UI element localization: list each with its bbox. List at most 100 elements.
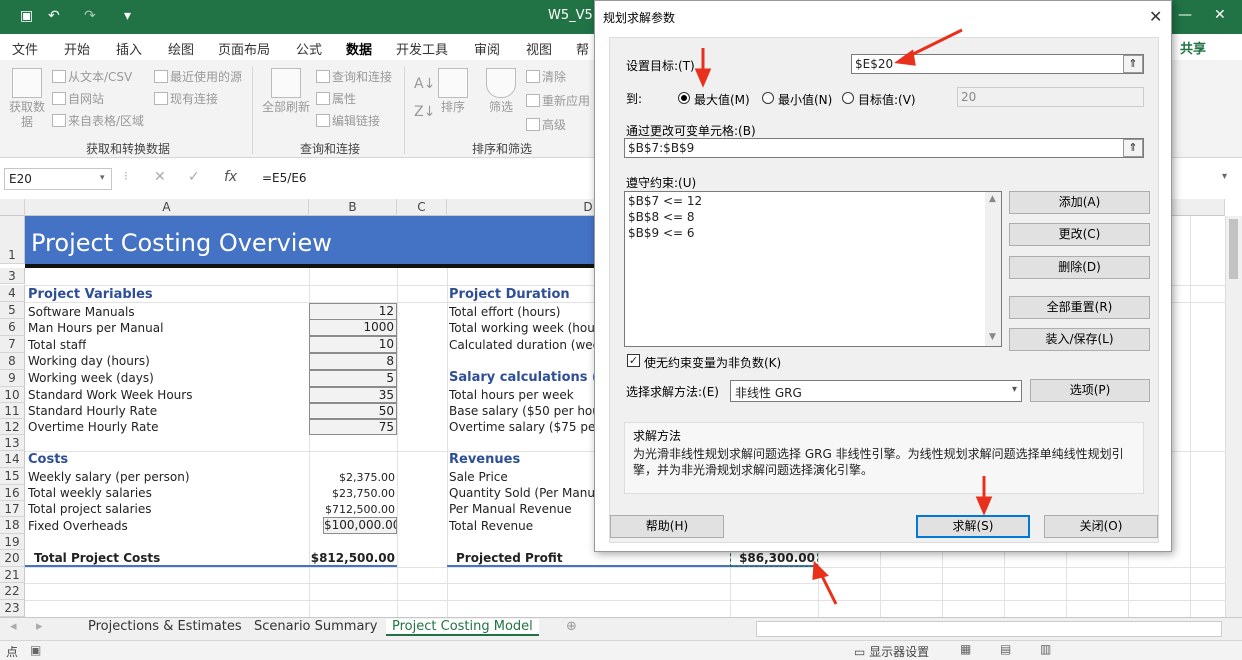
total-costs-label[interactable]: Total Project Costs bbox=[34, 551, 160, 565]
save-icon[interactable]: ▣ bbox=[20, 8, 33, 24]
dialog-close-icon[interactable]: ✕ bbox=[1149, 7, 1162, 26]
total-costs-value[interactable]: $812,500.00 bbox=[309, 551, 395, 565]
tab-insert[interactable]: 插入 bbox=[116, 39, 142, 58]
sort-za-icon[interactable]: Z↓ bbox=[414, 104, 435, 120]
collapse-dialog-icon[interactable]: ⇑ bbox=[1123, 55, 1143, 73]
cell-label[interactable]: Weekly salary (per person) bbox=[28, 470, 190, 484]
row-header[interactable]: 22 bbox=[0, 583, 25, 600]
cell-label[interactable]: Standard Work Week Hours bbox=[28, 388, 192, 402]
tab-page-layout[interactable]: 页面布局 bbox=[218, 39, 270, 58]
from-text-button[interactable]: 从文本/CSV bbox=[52, 68, 132, 85]
get-data-button[interactable]: 获取数 据 bbox=[6, 68, 48, 130]
column-header-a[interactable]: A bbox=[25, 199, 309, 216]
edit-links-button[interactable]: 编辑链接 bbox=[316, 112, 380, 129]
reset-all-button[interactable]: 全部重置(R) bbox=[1009, 296, 1150, 319]
row-header[interactable]: 10 bbox=[0, 387, 25, 403]
changing-cells-input[interactable]: $B$7:$B$9 bbox=[624, 138, 1144, 158]
add-sheet-icon[interactable]: ⊕ bbox=[566, 619, 577, 634]
row-header[interactable]: 4 bbox=[0, 285, 25, 302]
row-header[interactable]: 9 bbox=[0, 370, 25, 387]
from-table-button[interactable]: 来自表格/区域 bbox=[52, 112, 144, 129]
filter-button[interactable]: 筛选 bbox=[484, 68, 518, 115]
refresh-all-button[interactable]: 全部刷新 bbox=[260, 68, 312, 115]
cell-label[interactable]: Total working week (hours) bbox=[449, 321, 594, 335]
cell-label[interactable]: Total staff bbox=[28, 338, 86, 352]
projected-profit-label[interactable]: Projected Profit bbox=[456, 551, 563, 565]
cell-value[interactable]: 12 bbox=[309, 303, 397, 320]
cell-label[interactable]: Man Hours per Manual bbox=[28, 321, 163, 335]
sheet-tab-projections[interactable]: Projections & Estimates bbox=[88, 619, 242, 634]
display-settings-button[interactable]: ▭ 显示器设置 bbox=[854, 643, 929, 660]
cell-value[interactable]: $100,000.00 bbox=[323, 517, 397, 534]
row-header[interactable]: 5 bbox=[0, 302, 25, 319]
cancel-icon[interactable]: ✕ bbox=[154, 169, 166, 185]
tab-view[interactable]: 视图 bbox=[526, 39, 552, 58]
add-button[interactable]: 添加(A) bbox=[1009, 191, 1150, 214]
constraints-scrollbar[interactable]: ▲ ▼ bbox=[985, 192, 1001, 346]
cell-value[interactable]: 1000 bbox=[309, 319, 397, 336]
cell-label[interactable]: Total Revenue bbox=[449, 519, 594, 533]
solve-button[interactable]: 求解(S) bbox=[916, 515, 1030, 538]
tab-developer[interactable]: 开发工具 bbox=[396, 39, 448, 58]
cell-value[interactable]: $23,750.00 bbox=[309, 487, 395, 500]
cell-label[interactable]: Total weekly salaries bbox=[28, 486, 152, 500]
cell-value[interactable]: 5 bbox=[309, 370, 397, 387]
tab-draw[interactable]: 绘图 bbox=[168, 39, 194, 58]
redo-icon[interactable]: ↷ bbox=[84, 8, 96, 24]
row-header[interactable]: 21 bbox=[0, 567, 25, 583]
sort-az-icon[interactable]: A↓ bbox=[414, 76, 435, 92]
constraints-list[interactable]: $B$7 <= 12 $B$8 <= 8 $B$9 <= 6 ▲ ▼ bbox=[624, 191, 1002, 347]
scroll-down-icon[interactable]: ▼ bbox=[989, 332, 996, 342]
page-layout-view-icon[interactable]: ▤ bbox=[1000, 642, 1011, 656]
solving-method-select[interactable]: 非线性 GRG ▾ bbox=[730, 380, 1022, 402]
scroll-up-icon[interactable]: ▲ bbox=[989, 194, 996, 204]
row-header[interactable]: 6 bbox=[0, 319, 25, 336]
tab-file[interactable]: 文件 bbox=[12, 39, 38, 58]
customize-qa-icon[interactable]: ▾ bbox=[124, 8, 131, 24]
minimize-icon[interactable]: — bbox=[1178, 7, 1192, 23]
cell-label[interactable]: Calculated duration (weeks) bbox=[449, 338, 594, 352]
tab-formulas[interactable]: 公式 bbox=[296, 39, 322, 58]
row-header[interactable]: 13 bbox=[0, 435, 25, 451]
chevron-down-icon[interactable]: ▾ bbox=[100, 173, 105, 183]
value-of-input[interactable]: 20 bbox=[957, 87, 1144, 107]
tab-review[interactable]: 审阅 bbox=[474, 39, 500, 58]
row-header[interactable]: 19 bbox=[0, 534, 25, 550]
normal-view-icon[interactable]: ▦ bbox=[960, 642, 971, 656]
existing-connections-button[interactable]: 现有连接 bbox=[154, 90, 218, 107]
horizontal-scrollbar[interactable] bbox=[756, 621, 1222, 637]
scroll-right-icon[interactable]: ▸ bbox=[36, 619, 43, 634]
cell-label[interactable]: Total project salaries bbox=[28, 502, 152, 516]
cell-label[interactable]: Total hours per week bbox=[449, 388, 594, 402]
cell-label[interactable]: Working week (days) bbox=[28, 371, 154, 385]
insert-function-icon[interactable]: fx bbox=[224, 169, 237, 185]
cell-value[interactable]: 75 bbox=[309, 419, 397, 435]
scroll-left-icon[interactable]: ◂ bbox=[10, 619, 17, 634]
value-of-radio[interactable] bbox=[842, 92, 854, 104]
cell-label[interactable]: Base salary ($50 per hour up t bbox=[449, 404, 594, 418]
row-header[interactable]: 12 bbox=[0, 419, 25, 435]
row-header[interactable]: 15 bbox=[0, 468, 25, 485]
expand-formula-icon[interactable]: ▾ bbox=[1222, 171, 1227, 182]
sheet-tab-scenario[interactable]: Scenario Summary bbox=[254, 619, 377, 634]
sort-button[interactable]: 排序 bbox=[436, 68, 470, 115]
row-header[interactable]: 23 bbox=[0, 600, 25, 617]
scroll-thumb[interactable] bbox=[1229, 219, 1238, 279]
cell-label[interactable]: Per Manual Revenue bbox=[449, 502, 594, 516]
share-button[interactable]: 共享 bbox=[1180, 38, 1206, 57]
cell-value[interactable]: $712,500.00 bbox=[309, 503, 395, 516]
column-header-c[interactable]: C bbox=[397, 199, 447, 216]
cell-label[interactable]: Working day (hours) bbox=[28, 354, 150, 368]
properties-button[interactable]: 属性 bbox=[316, 90, 356, 107]
select-all-corner[interactable] bbox=[0, 199, 25, 216]
cell-label[interactable]: Standard Hourly Rate bbox=[28, 404, 157, 418]
cell-value[interactable]: 10 bbox=[309, 336, 397, 353]
row-header[interactable]: 3 bbox=[0, 268, 25, 284]
sheet-tab-costing-model[interactable]: Project Costing Model bbox=[386, 619, 539, 636]
cell-label[interactable]: Overtime Hourly Rate bbox=[28, 420, 158, 434]
help-button[interactable]: 帮助(H) bbox=[610, 515, 724, 538]
cell-label[interactable]: Fixed Overheads bbox=[28, 519, 128, 533]
queries-connections-button[interactable]: 查询和连接 bbox=[316, 68, 392, 85]
advanced-button[interactable]: 高级 bbox=[526, 116, 566, 133]
delete-button[interactable]: 删除(D) bbox=[1009, 256, 1150, 279]
